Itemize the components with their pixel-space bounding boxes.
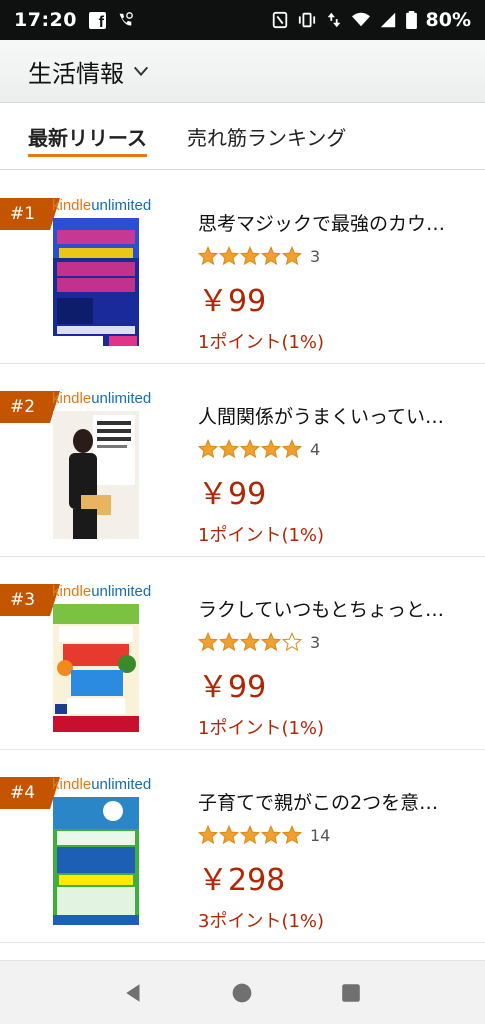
star-filled-icon	[240, 246, 260, 266]
star-filled-icon	[261, 825, 281, 845]
star-filled-icon	[282, 246, 302, 266]
stars	[198, 246, 302, 266]
book-cover[interactable]	[53, 411, 139, 539]
kindle-unlimited-logo: kindleunlimited	[52, 390, 152, 407]
wifi-calling-icon	[119, 12, 133, 26]
system-nav-bar	[0, 960, 485, 1024]
star-filled-icon	[198, 825, 218, 845]
category-title: 生活情報	[28, 59, 124, 88]
status-bar: 17:20 80%	[0, 0, 485, 40]
review-count: 3	[310, 246, 321, 266]
stars	[198, 825, 302, 845]
tab-best-sellers[interactable]: 売れ筋ランキング	[187, 122, 346, 169]
star-filled-icon	[240, 632, 260, 652]
star-rating[interactable]: 3	[198, 630, 468, 654]
book-title[interactable]: 人間関係がうまくいってい…	[198, 402, 464, 429]
review-count: 3	[310, 632, 321, 652]
star-filled-icon	[261, 439, 281, 459]
rank-badge: #4	[0, 777, 60, 809]
recents-icon[interactable]	[340, 982, 362, 1004]
kindle-unlimited-logo: kindleunlimited	[52, 197, 152, 214]
data-arrows-icon	[327, 12, 340, 28]
rank-badge: #3	[0, 584, 60, 616]
star-filled-icon	[240, 825, 260, 845]
chevron-down-icon[interactable]	[132, 62, 150, 80]
star-filled-icon	[240, 439, 260, 459]
home-icon[interactable]	[231, 982, 253, 1004]
kindle-unlimited-logo: kindleunlimited	[52, 776, 152, 793]
star-filled-icon	[219, 825, 239, 845]
status-time: 17:20	[14, 9, 77, 31]
price: ￥99	[198, 477, 267, 512]
star-rating[interactable]: 3	[198, 244, 468, 268]
stars	[198, 439, 302, 459]
book-list: #1 kindleunlimited 思考マジックで最強のカウ… 3 ￥99 1…	[0, 171, 485, 943]
price: ￥99	[198, 670, 267, 705]
book-title[interactable]: 思考マジックで最強のカウ…	[198, 209, 464, 236]
tab-bar: 最新リリース 売れ筋ランキング	[0, 104, 485, 170]
price: ￥99	[198, 284, 267, 319]
list-item[interactable]: #2 kindleunlimited 人間関係がうまくいってい… 4 ￥99 1…	[0, 364, 485, 557]
star-rating[interactable]: 14	[198, 823, 468, 847]
book-cover[interactable]	[53, 604, 139, 732]
vibrate-icon	[298, 12, 315, 28]
star-filled-icon	[261, 632, 281, 652]
review-count: 14	[310, 825, 331, 845]
points: 1ポイント(1%)	[198, 525, 325, 546]
book-title[interactable]: 子育てで親がこの2つを意…	[198, 788, 464, 815]
kindle-unlimited-logo: kindleunlimited	[52, 583, 152, 600]
nfc-icon	[272, 11, 287, 29]
star-filled-icon	[282, 825, 302, 845]
book-cover[interactable]	[53, 797, 139, 925]
tab-new-releases[interactable]: 最新リリース	[28, 122, 147, 169]
facebook-icon	[88, 11, 106, 32]
category-header[interactable]: 生活情報	[0, 40, 485, 103]
star-rating[interactable]: 4	[198, 437, 468, 461]
battery-percent: 80%	[425, 9, 471, 31]
points: 1ポイント(1%)	[198, 718, 325, 739]
rank-badge: #1	[0, 198, 60, 230]
star-empty-icon	[282, 632, 302, 652]
points: 3ポイント(1%)	[198, 911, 325, 932]
list-item[interactable]: #4 kindleunlimited 子育てで親がこの2つを意… 14 ￥298…	[0, 750, 485, 943]
book-title[interactable]: ラクしていつもとちょっと…	[198, 595, 464, 622]
star-filled-icon	[219, 439, 239, 459]
star-filled-icon	[219, 632, 239, 652]
battery-icon	[405, 11, 417, 29]
list-item[interactable]: #3 kindleunlimited ラクしていつもとちょっと… 3 ￥99 1…	[0, 557, 485, 750]
star-filled-icon	[198, 632, 218, 652]
stars	[198, 632, 302, 652]
star-filled-icon	[261, 246, 281, 266]
rank-badge: #2	[0, 391, 60, 423]
points: 1ポイント(1%)	[198, 332, 325, 353]
star-filled-icon	[198, 246, 218, 266]
book-cover[interactable]	[53, 218, 139, 346]
star-filled-icon	[282, 439, 302, 459]
signal-icon	[380, 12, 395, 28]
back-icon[interactable]	[123, 982, 145, 1004]
wifi-icon	[351, 12, 370, 27]
star-filled-icon	[219, 246, 239, 266]
review-count: 4	[310, 439, 321, 459]
price: ￥298	[198, 863, 286, 898]
list-item[interactable]: #1 kindleunlimited 思考マジックで最強のカウ… 3 ￥99 1…	[0, 171, 485, 364]
star-filled-icon	[198, 439, 218, 459]
